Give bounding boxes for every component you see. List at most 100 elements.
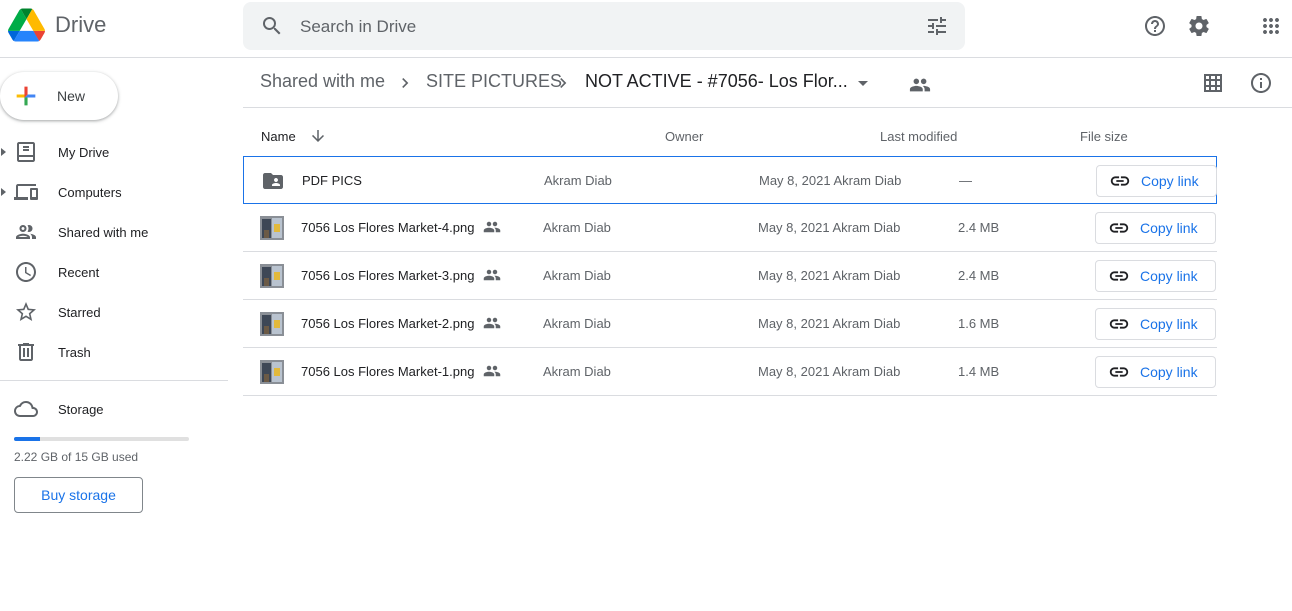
storage-label: Storage: [58, 401, 104, 417]
drive-logo-icon: [8, 8, 45, 42]
file-owner: Akram Diab: [543, 220, 611, 235]
clock-icon: [16, 262, 36, 282]
file-row[interactable]: 7056 Los Flores Market-1.png Akram Diab Ma…: [243, 348, 1217, 396]
copy-link-label: Copy link: [1141, 173, 1199, 189]
file-owner: Akram Diab: [543, 268, 611, 283]
file-last-modified: May 8, 2021 Akram Diab: [758, 268, 901, 283]
file-owner: Akram Diab: [544, 173, 612, 188]
sidebar-item-storage[interactable]: Storage: [0, 395, 228, 423]
file-name[interactable]: 7056 Los Flores Market-1.png: [301, 364, 474, 379]
sidebar-item-label: Trash: [58, 344, 91, 360]
sidebar-item-label: Shared with me: [58, 224, 149, 240]
sidebar-item-label: Computers: [58, 184, 122, 200]
sidebar-item-recent[interactable]: Recent: [0, 252, 228, 292]
drive-logo[interactable]: Drive: [8, 8, 106, 42]
sidebar-item-label: Starred: [58, 304, 101, 320]
file-last-modified: May 8, 2021 Akram Diab: [758, 316, 901, 331]
copy-link-label: Copy link: [1140, 268, 1198, 284]
breadcrumb-item-shared-with-me[interactable]: Shared with me: [260, 71, 385, 92]
storage-used-text: 2.22 GB of 15 GB used: [14, 450, 139, 464]
link-icon: [1109, 367, 1129, 377]
file-last-modified: May 8, 2021 Akram Diab: [759, 173, 902, 188]
info-icon[interactable]: [1249, 71, 1273, 95]
buy-storage-button[interactable]: Buy storage: [14, 477, 143, 513]
copy-link-button[interactable]: Copy link: [1095, 356, 1216, 388]
file-list-header: Name Owner Last modified File size: [243, 118, 1217, 156]
shared-people-icon: [483, 269, 501, 281]
image-thumbnail-icon: [260, 216, 284, 240]
link-icon: [1109, 319, 1129, 329]
sort-arrow-down-icon[interactable]: [309, 127, 327, 145]
sidebar-item-shared-with-me[interactable]: Shared with me: [0, 212, 228, 252]
my-drive-icon: [17, 142, 35, 162]
file-size: 1.6 MB: [958, 316, 1000, 331]
column-header-last-modified[interactable]: Last modified: [880, 129, 957, 144]
file-name[interactable]: PDF PICS: [302, 173, 362, 188]
copy-link-button[interactable]: Copy link: [1095, 212, 1216, 244]
shared-people-icon: [483, 221, 501, 233]
file-last-modified: May 8, 2021 Akram Diab: [758, 364, 901, 379]
shared-with-me-icon: [16, 225, 36, 239]
copy-link-label: Copy link: [1140, 220, 1198, 236]
sidebar-item-my-drive[interactable]: My Drive: [0, 132, 228, 172]
sidebar-item-computers[interactable]: Computers: [0, 172, 228, 212]
app-name: Drive: [55, 12, 107, 37]
file-size: —: [959, 173, 972, 188]
breadcrumb: Shared with me SITE PICTURES NOT ACTIVE …: [243, 58, 1292, 108]
shared-folder-icon: [263, 173, 283, 189]
image-thumbnail-icon: [260, 264, 284, 288]
link-icon: [1109, 271, 1129, 281]
file-row[interactable]: 7056 Los Flores Market-3.png Akram Diab Ma…: [243, 252, 1217, 300]
new-button[interactable]: New: [0, 72, 118, 120]
chevron-down-icon[interactable]: [851, 71, 875, 95]
column-header-file-size[interactable]: File size: [1080, 129, 1128, 144]
copy-link-button[interactable]: Copy link: [1096, 165, 1217, 197]
file-name[interactable]: 7056 Los Flores Market-4.png: [301, 220, 474, 235]
column-header-name[interactable]: Name: [261, 129, 296, 144]
link-icon: [1110, 176, 1130, 186]
grid-view-icon[interactable]: [1201, 71, 1225, 95]
file-size: 2.4 MB: [958, 268, 1000, 283]
breadcrumb-item-site-pictures[interactable]: SITE PICTURES: [426, 71, 562, 92]
file-list: PDF PICS Akram Diab May 8, 2021 Akram Diab…: [243, 156, 1217, 396]
search-input[interactable]: Search in Drive: [300, 17, 416, 37]
apps-grid-icon[interactable]: [1259, 14, 1283, 38]
copy-link-button[interactable]: Copy link: [1095, 308, 1216, 340]
sidebar-nav: My Drive Computers Shared with me Recent…: [0, 132, 228, 372]
expand-arrow-icon[interactable]: [1, 188, 6, 196]
chevron-right-icon: [560, 78, 567, 88]
expand-arrow-icon[interactable]: [1, 148, 6, 156]
file-size: 2.4 MB: [958, 220, 1000, 235]
copy-link-label: Copy link: [1140, 316, 1198, 332]
help-icon[interactable]: [1143, 14, 1167, 38]
image-thumbnail-icon: [260, 312, 284, 336]
file-row[interactable]: 7056 Los Flores Market-4.png Akram Diab Ma…: [243, 204, 1217, 252]
storage-usage-fill: [14, 437, 40, 441]
file-name[interactable]: 7056 Los Flores Market-3.png: [301, 268, 474, 283]
search-icon[interactable]: [260, 14, 284, 38]
search-bar[interactable]: Search in Drive: [243, 2, 965, 50]
settings-gear-icon[interactable]: [1187, 14, 1211, 38]
file-row[interactable]: 7056 Los Flores Market-2.png Akram Diab Ma…: [243, 300, 1217, 348]
link-icon: [1109, 223, 1129, 233]
file-owner: Akram Diab: [543, 316, 611, 331]
breadcrumb-item-current-folder[interactable]: NOT ACTIVE - #7056- Los Flor...: [585, 71, 848, 92]
star-icon: [16, 302, 36, 321]
plus-icon: [16, 86, 36, 106]
shared-people-icon: [483, 317, 501, 329]
search-options-icon[interactable]: [925, 14, 949, 38]
copy-link-label: Copy link: [1140, 364, 1198, 380]
shared-folder-people-icon: [909, 78, 931, 92]
file-name[interactable]: 7056 Los Flores Market-2.png: [301, 316, 474, 331]
sidebar-item-trash[interactable]: Trash: [0, 332, 228, 372]
chevron-right-icon: [402, 78, 409, 88]
file-owner: Akram Diab: [543, 364, 611, 379]
folder-row[interactable]: PDF PICS Akram Diab May 8, 2021 Akram Diab…: [243, 156, 1217, 204]
column-header-owner[interactable]: Owner: [665, 129, 703, 144]
trash-icon: [18, 343, 34, 361]
sidebar-item-starred[interactable]: Starred: [0, 292, 228, 332]
file-size: 1.4 MB: [958, 364, 1000, 379]
copy-link-button[interactable]: Copy link: [1095, 260, 1216, 292]
shared-people-icon: [483, 365, 501, 377]
sidebar-divider: [0, 380, 228, 381]
